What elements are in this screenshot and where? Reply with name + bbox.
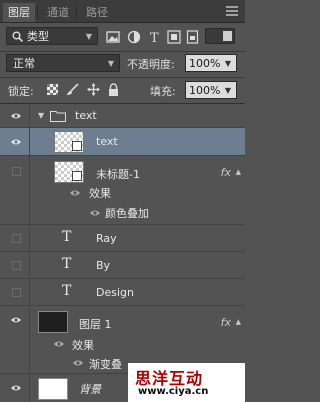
tab-paths[interactable]: 路径	[81, 3, 113, 22]
type-filter-icon[interactable]: T	[148, 30, 162, 44]
panel-menu-icon[interactable]	[226, 6, 238, 16]
divider	[0, 51, 245, 52]
layer-group-text[interactable]: ▼ text	[0, 104, 245, 128]
layer-thumbnail	[38, 378, 68, 400]
visibility-empty-box	[12, 234, 21, 243]
layer-ray[interactable]: T Ray	[0, 225, 245, 252]
opacity-input[interactable]: 100% ▼	[185, 54, 237, 72]
filter-kind-select[interactable]: 类型 ▼	[6, 27, 98, 45]
eye-icon	[11, 317, 21, 323]
visibility-empty-box	[12, 288, 21, 297]
eye-icon	[11, 113, 21, 119]
effects-label: 效果	[89, 187, 111, 200]
eye-icon	[11, 139, 21, 145]
folder-icon	[50, 111, 66, 122]
chevron-down-icon: ▼	[224, 86, 231, 95]
visibility-toggle[interactable]	[0, 374, 30, 402]
lock-all-icon[interactable]	[108, 83, 119, 96]
tab-layers[interactable]: 图层	[3, 3, 35, 22]
visibility-toggle[interactable]	[0, 225, 30, 251]
filter-kind-label: 类型	[27, 30, 49, 43]
watermark-url: www.ciya.cn	[138, 386, 209, 397]
eye-icon[interactable]	[70, 190, 80, 196]
visibility-empty-box	[12, 167, 21, 176]
fx-icon[interactable]: fx	[221, 166, 231, 179]
visibility-toggle[interactable]	[0, 306, 30, 373]
fill-label: 填充:	[150, 85, 176, 98]
layer-thumbnail	[54, 131, 84, 153]
image-filter-icon[interactable]	[106, 30, 120, 44]
visibility-toggle[interactable]	[0, 104, 30, 127]
text-layer-icon: T	[62, 229, 72, 245]
layer-thumbnail	[38, 311, 68, 333]
lock-label: 锁定:	[8, 85, 34, 98]
eye-icon[interactable]	[90, 210, 100, 216]
visibility-toggle[interactable]	[0, 156, 30, 224]
layer-name: By	[96, 259, 111, 272]
visibility-toggle[interactable]	[0, 252, 30, 278]
blend-mode-value: 正常	[13, 57, 35, 70]
svg-text:T: T	[150, 31, 159, 44]
layer-name: Design	[96, 286, 134, 299]
smart-object-badge-icon	[72, 171, 82, 181]
fill-input[interactable]: 100% ▼	[185, 81, 237, 99]
effects-label: 效果	[72, 339, 94, 352]
lock-transparent-icon[interactable]	[47, 84, 58, 95]
opacity-label: 不透明度:	[127, 58, 175, 71]
search-icon	[12, 31, 23, 42]
layer-name: Ray	[96, 232, 117, 245]
effect-gradient-overlay: 渐变叠	[89, 358, 122, 371]
layer-name: text	[75, 109, 97, 122]
layer-by[interactable]: T By	[0, 252, 245, 279]
expand-toggle-icon[interactable]: ▼	[38, 111, 44, 120]
opacity-value: 100%	[189, 57, 221, 70]
lock-position-icon[interactable]	[87, 83, 100, 96]
lock-paint-icon[interactable]	[66, 83, 79, 96]
toggle-knob	[223, 31, 232, 41]
layer-untitled-1[interactable]: 未标题-1 fx ▲ 效果 颜色叠加	[0, 156, 245, 225]
layer-name: 背景	[79, 383, 101, 396]
shape-filter-icon[interactable]	[167, 30, 181, 44]
layer-name: 图层 1	[79, 318, 112, 331]
layers-list: ▼ text text 未标题-1 fx ▲ 效果 颜色叠加 T Ray T B…	[0, 104, 245, 402]
text-layer-icon: T	[62, 256, 72, 272]
visibility-empty-box	[12, 261, 21, 270]
adjustment-filter-icon[interactable]	[127, 30, 141, 44]
smart-object-badge-icon	[72, 141, 82, 151]
fx-icon[interactable]: fx	[221, 316, 231, 329]
tab-channels[interactable]: 通道	[42, 3, 74, 22]
blend-mode-select[interactable]: 正常 ▼	[6, 54, 120, 72]
filter-toggle-switch[interactable]	[205, 28, 235, 44]
chevron-down-icon[interactable]: ▲	[236, 318, 241, 326]
layer-name: 未标题-1	[96, 168, 140, 181]
chevron-down-icon: ▼	[107, 59, 114, 68]
watermark: 思洋互动 www.ciya.cn	[128, 363, 245, 402]
effect-color-overlay: 颜色叠加	[105, 207, 149, 220]
panel-tab-bar: 图层 通道 路径	[0, 0, 245, 23]
tab-divider	[76, 6, 77, 18]
text-layer-icon: T	[62, 283, 72, 299]
layer-thumbnail	[54, 161, 84, 183]
layer-text-selected[interactable]: text	[0, 128, 245, 156]
chevron-down-icon: ▼	[224, 59, 231, 68]
eye-icon[interactable]	[73, 360, 83, 366]
eye-icon[interactable]	[54, 341, 64, 347]
layer-name: text	[96, 135, 118, 148]
chevron-down-icon[interactable]: ▲	[236, 168, 241, 176]
smart-object-filter-icon[interactable]	[186, 30, 200, 44]
tab-divider	[37, 6, 38, 18]
fill-value: 100%	[189, 84, 221, 97]
layer-design[interactable]: T Design	[0, 279, 245, 306]
visibility-toggle[interactable]	[0, 279, 30, 305]
visibility-toggle[interactable]	[0, 128, 30, 155]
chevron-down-icon: ▼	[85, 32, 92, 41]
divider	[0, 77, 245, 78]
eye-icon	[11, 385, 21, 391]
